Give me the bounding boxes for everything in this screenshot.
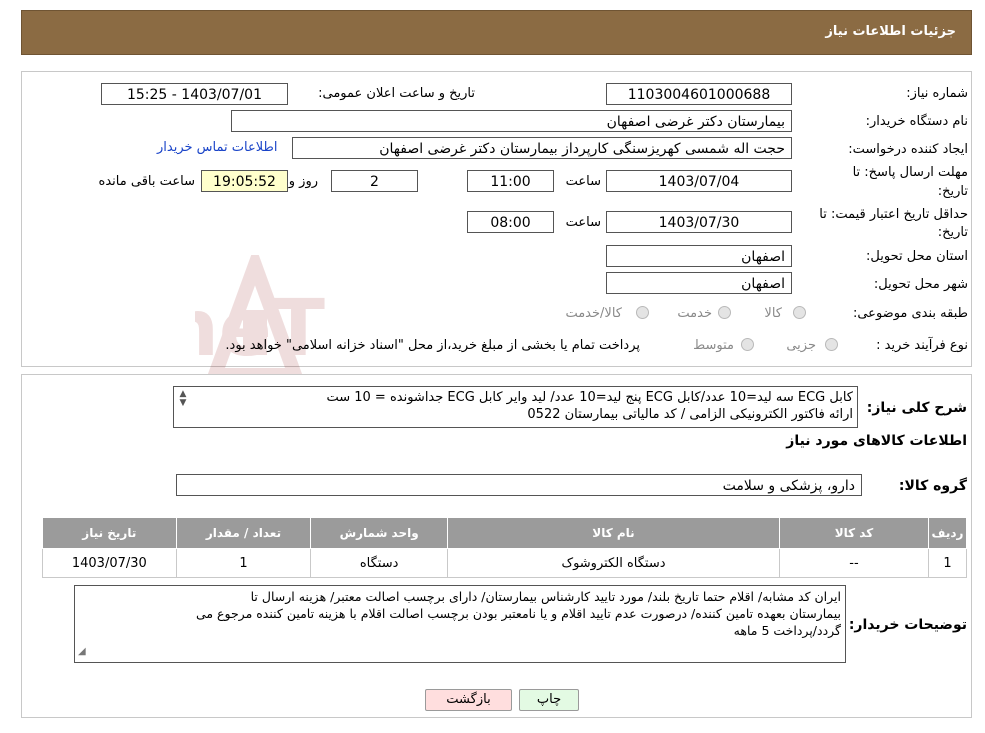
- buyer-label: نام دستگاه خریدار:: [865, 114, 968, 129]
- col-code-header: کد کالا: [778, 517, 929, 549]
- deadline-time-label: ساعت: [565, 174, 601, 189]
- col-date-header: تاریخ نیاز: [42, 517, 177, 549]
- validity-label: حداقل تاریخ اعتبار قیمت: تا: [819, 207, 968, 222]
- cell-row: 1: [927, 548, 968, 578]
- category-option-goods: کالا: [764, 306, 782, 321]
- validity-label-2: تاریخ:: [937, 225, 968, 240]
- summary-line-1: کابل ECG سه لید=10 عدد/کابل ECG پنج لید=…: [326, 390, 853, 405]
- summary-textarea[interactable]: ▲ ▼ کابل ECG سه لید=10 عدد/کابل ECG پنج ل…: [173, 386, 858, 428]
- buyer-field: بیمارستان دکتر غرضی اصفهان: [231, 110, 792, 132]
- days-label: روز و: [288, 174, 318, 189]
- days-field: 2: [331, 170, 418, 192]
- category-radio-goods-service[interactable]: [636, 306, 649, 319]
- city-field: اصفهان: [606, 272, 792, 294]
- deadline-time-field: 11:00: [467, 170, 554, 192]
- cell-code: --: [778, 548, 929, 578]
- cell-date: 1403/07/30: [42, 548, 177, 578]
- purchase-type-label: نوع فرآیند خرید :: [876, 338, 968, 353]
- table-row: 1 -- دستگاه الکتروشوک دستگاه 1 1403/07/3…: [42, 548, 968, 578]
- validity-time-label: ساعت: [565, 215, 601, 230]
- category-option-service: خدمت: [677, 306, 712, 321]
- notes-line-2: بیمارستان بعهده تامین کننده/ درصورت عدم …: [195, 606, 841, 621]
- col-row-header: ردیف: [927, 517, 968, 549]
- print-button[interactable]: چاپ: [519, 689, 579, 711]
- summary-line-2: ارائه فاکتور الکترونیکی الزامی / کد مالی…: [527, 407, 853, 422]
- notes-line-1: ایران کد مشابه/ اقلام حتما تاریخ بلند/ م…: [250, 589, 841, 604]
- col-name-header: نام کالا: [446, 517, 780, 549]
- back-button[interactable]: بازگشت: [425, 689, 512, 711]
- category-radio-service[interactable]: [718, 306, 731, 319]
- need-number-field: 1103004601000688: [606, 83, 792, 105]
- purchase-option-medium: متوسط: [693, 338, 734, 353]
- scroll-arrows-icon[interactable]: ▲ ▼: [176, 390, 190, 426]
- purchase-note: پرداخت تمام یا بخشی از مبلغ خرید،از محل …: [225, 338, 640, 353]
- creator-field: حجت اله شمسی کهریزسنگی کارپرداز بیمارستا…: [292, 137, 792, 159]
- page-header: جزئیات اطلاعات نیاز: [21, 10, 972, 55]
- purchase-option-minor: جزیی: [786, 338, 816, 353]
- buyer-notes-textarea[interactable]: ایران کد مشابه/ اقلام حتما تاریخ بلند/ م…: [74, 585, 846, 663]
- resize-handle-icon[interactable]: ◢: [78, 643, 86, 660]
- category-radio-goods[interactable]: [793, 306, 806, 319]
- items-table: ردیف کد کالا نام کالا واحد شمارش تعداد /…: [42, 517, 968, 578]
- remaining-time-label: ساعت باقی مانده: [98, 174, 195, 189]
- city-label: شهر محل تحویل:: [873, 277, 968, 292]
- buyer-contact-link[interactable]: اطلاعات تماس خریدار: [157, 140, 277, 155]
- goods-group-label: گروه کالا:: [898, 478, 967, 494]
- province-field: اصفهان: [606, 245, 792, 267]
- goods-section-title: اطلاعات کالاهای مورد نیاز: [786, 433, 967, 449]
- table-header-row: ردیف کد کالا نام کالا واحد شمارش تعداد /…: [42, 517, 968, 549]
- cell-name: دستگاه الکتروشوک: [446, 548, 780, 578]
- buyer-notes-label: توضیحات خریدار:: [848, 617, 967, 633]
- col-qty-header: تعداد / مقدار: [175, 517, 312, 549]
- col-unit-header: واحد شمارش: [310, 517, 448, 549]
- deadline-label-2: تاریخ:: [937, 184, 968, 199]
- province-label: استان محل تحویل:: [866, 249, 968, 264]
- category-label: طبقه بندی موضوعی:: [852, 306, 968, 321]
- notes-line-3: گردد/پرداخت 5 ماهه: [733, 623, 841, 638]
- cell-unit: دستگاه: [310, 548, 448, 578]
- need-number-label: شماره نیاز:: [906, 86, 968, 101]
- category-option-goods-service: کالا/خدمت: [565, 306, 622, 321]
- summary-label: شرح کلی نیاز:: [866, 400, 967, 416]
- announce-field: 1403/07/01 - 15:25: [101, 83, 288, 105]
- remaining-time-field: 19:05:52: [201, 170, 288, 192]
- creator-label: ایجاد کننده درخواست:: [848, 142, 968, 157]
- purchase-radio-minor[interactable]: [825, 338, 838, 351]
- announce-label: تاریخ و ساعت اعلان عمومی:: [318, 86, 475, 101]
- validity-date-field: 1403/07/30: [606, 211, 792, 233]
- purchase-radio-medium[interactable]: [741, 338, 754, 351]
- cell-qty: 1: [175, 548, 312, 578]
- deadline-label: مهلت ارسال پاسخ: تا: [852, 165, 968, 180]
- page-title: جزئیات اطلاعات نیاز: [825, 24, 956, 39]
- validity-time-field: 08:00: [467, 211, 554, 233]
- goods-group-field: دارو، پزشکی و سلامت: [176, 474, 862, 496]
- deadline-date-field: 1403/07/04: [606, 170, 792, 192]
